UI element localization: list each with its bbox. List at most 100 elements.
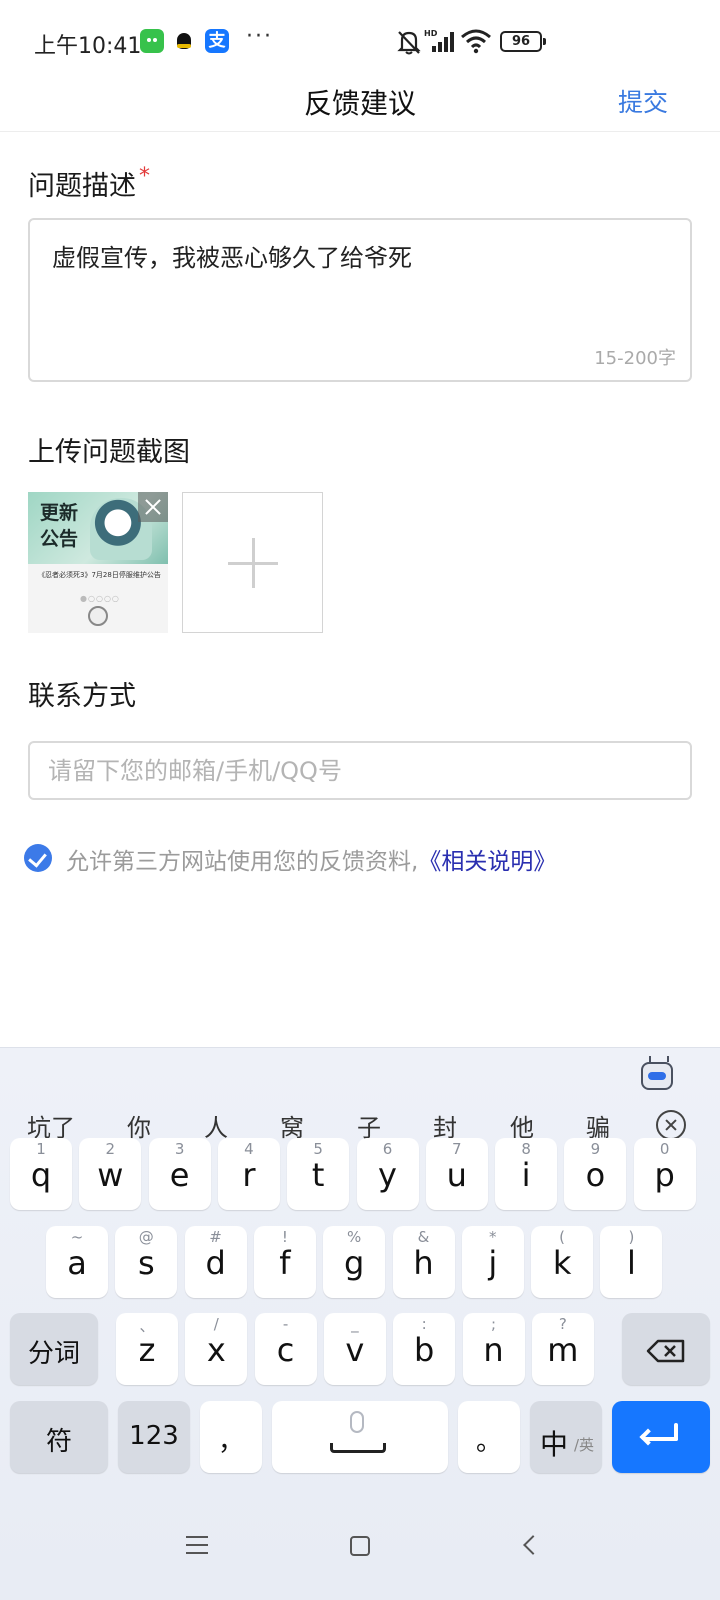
language-key-sublabel: /英	[574, 1436, 595, 1454]
key-u[interactable]: 7u	[425, 1138, 488, 1210]
key-l[interactable]: ) l	[600, 1226, 663, 1298]
key-w[interactable]: 2w	[79, 1138, 142, 1210]
backspace-icon	[646, 1339, 685, 1363]
key-label: e	[169, 1156, 190, 1194]
numeric-key[interactable]: 123	[118, 1401, 190, 1473]
add-screenshot-button[interactable]	[182, 492, 323, 633]
segment-key-label: 分词	[27, 1339, 80, 1369]
key-q[interactable]: 1q	[10, 1138, 72, 1210]
thumbnail-logo	[88, 606, 108, 626]
screenshot-label: 上传问题截图	[28, 437, 190, 468]
period-key-label: 。	[475, 1427, 502, 1457]
qq-icon	[174, 29, 194, 53]
status-time: 上午10:41	[34, 34, 142, 59]
key-label: s	[137, 1244, 155, 1282]
more-notifications-icon: ···	[246, 24, 273, 49]
keyboard-assistant-icon[interactable]	[641, 1056, 673, 1090]
key-z[interactable]: 、 z	[116, 1313, 178, 1385]
key-i[interactable]: 8i	[495, 1138, 558, 1210]
space-icon	[330, 1443, 386, 1453]
enter-icon	[639, 1428, 657, 1446]
thumbnail-title-art: 更新公告	[40, 502, 79, 550]
related-notes-link[interactable]: 《相关说明》	[418, 849, 556, 875]
period-key[interactable]: 。	[458, 1401, 520, 1473]
thumbnail-page-dots: ●○○○○	[80, 594, 120, 603]
key-label: w	[97, 1156, 124, 1194]
backspace-key[interactable]	[622, 1313, 710, 1385]
key-label: r	[242, 1156, 256, 1194]
comma-key[interactable]: ，	[200, 1401, 262, 1473]
key-m[interactable]: ? m	[531, 1313, 594, 1385]
key-label: a	[67, 1244, 87, 1282]
key-c[interactable]: -c	[254, 1313, 317, 1385]
back-icon[interactable]	[523, 1535, 543, 1555]
key-label: o	[585, 1156, 606, 1194]
key-f[interactable]: ! f	[253, 1226, 316, 1298]
enter-key[interactable]	[612, 1401, 710, 1473]
key-label: p	[654, 1156, 675, 1194]
key-a[interactable]: ~ a	[46, 1226, 108, 1298]
language-switch-key[interactable]: 中 /英	[530, 1401, 602, 1473]
submit-button[interactable]: 提交	[618, 83, 668, 119]
description-label-text: 问题描述	[28, 171, 136, 202]
description-textarea[interactable]: 虚假宣传，我被恶心够久了给爷死 15-200字	[28, 218, 692, 382]
comma-key-label: ，	[217, 1427, 244, 1457]
contact-label: 联系方式	[28, 681, 136, 712]
space-key[interactable]	[272, 1401, 448, 1473]
key-label: z	[138, 1331, 156, 1369]
key-label: b	[414, 1331, 435, 1369]
segment-key[interactable]: 分词	[10, 1313, 98, 1385]
description-value: 虚假宣传，我被恶心够久了给爷死	[52, 244, 412, 272]
navigation-bar: 反馈建议 提交	[0, 70, 720, 132]
key-y[interactable]: 6y	[356, 1138, 419, 1210]
key-label: m	[547, 1331, 579, 1369]
consent-checkbox[interactable]	[24, 844, 52, 872]
key-label: d	[205, 1244, 226, 1282]
symbol-key-label: 符	[45, 1427, 72, 1457]
wechat-icon	[140, 29, 164, 53]
page-title: 反馈建议	[303, 87, 416, 120]
key-t[interactable]: 5t	[287, 1138, 350, 1210]
symbol-key[interactable]: 符	[10, 1401, 108, 1473]
microphone-icon	[350, 1411, 364, 1433]
key-label: v	[345, 1331, 365, 1369]
key-h[interactable]: & h	[392, 1226, 455, 1298]
silent-bell-icon	[397, 31, 421, 55]
key-label: i	[521, 1156, 531, 1194]
key-label: l	[626, 1244, 636, 1282]
key-label: u	[446, 1156, 467, 1194]
key-o[interactable]: 9o	[564, 1138, 627, 1210]
key-k[interactable]: (k	[531, 1226, 594, 1298]
key-label: f	[279, 1244, 291, 1282]
key-label: c	[276, 1331, 295, 1369]
key-label: j	[488, 1244, 498, 1282]
home-icon[interactable]	[350, 1536, 370, 1556]
key-label: g	[344, 1244, 365, 1282]
key-label: k	[552, 1244, 572, 1282]
remove-screenshot-icon[interactable]	[138, 492, 168, 522]
close-candidates-icon[interactable]	[656, 1110, 686, 1140]
key-label: x	[206, 1331, 226, 1369]
key-r[interactable]: 4r	[217, 1138, 280, 1210]
alipay-icon: 支	[205, 29, 229, 53]
key-n[interactable]: ; n	[462, 1313, 525, 1385]
menu-icon[interactable]	[186, 1536, 208, 1554]
key-label: q	[30, 1156, 52, 1194]
key-b[interactable]: :b	[393, 1313, 456, 1385]
character-counter: 15-200字	[594, 348, 676, 369]
key-s[interactable]: @ s	[115, 1226, 178, 1298]
key-g[interactable]: % g	[323, 1226, 386, 1298]
key-v[interactable]: _ v	[323, 1313, 386, 1385]
key-d[interactable]: # d	[184, 1226, 247, 1298]
key-e[interactable]: 3e	[148, 1138, 211, 1210]
key-j[interactable]: * j	[461, 1226, 524, 1298]
key-x[interactable]: / x	[185, 1313, 248, 1385]
system-navigation-bar	[0, 1510, 720, 1600]
consent-text: 允许第三方网站使用您的反馈资料,《相关说明》	[66, 842, 556, 876]
status-bar: 上午10:41 支 ··· HD 96	[0, 0, 720, 80]
contact-input[interactable]	[28, 741, 692, 800]
screenshot-thumbnail[interactable]: 更新公告 《忍者必须死3》7月28日停服维护公告 ●○○○○	[28, 492, 168, 633]
key-label: t	[311, 1156, 325, 1194]
key-p[interactable]: 0p	[633, 1138, 696, 1210]
signal-icon: HD	[424, 29, 454, 52]
